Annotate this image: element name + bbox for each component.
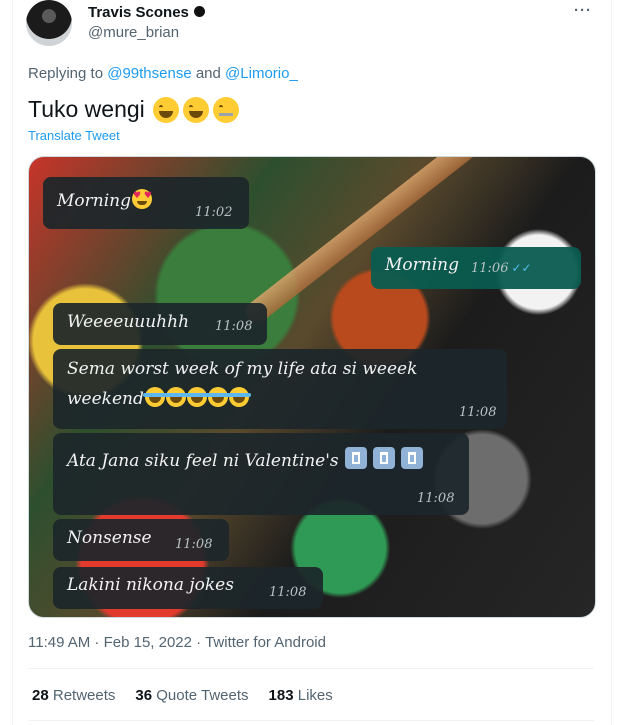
crying-emoji-icon xyxy=(205,387,230,407)
chat-bubble-outgoing: Morning 11:06 ✓✓ xyxy=(371,247,581,289)
chat-bubble: Lakini nikona jokes 11:08 xyxy=(53,567,323,609)
quotes-count: 36 xyxy=(135,687,153,704)
chat-message-time: 11:08 xyxy=(269,585,307,600)
chat-message-text: Morning xyxy=(57,191,131,211)
wastebasket-emoji-icon xyxy=(372,447,395,469)
tweet-metadata: 11:49 AM · Feb 15, 2022 · Twitter for An… xyxy=(28,634,326,651)
mention-link-1[interactable]: @99thsense xyxy=(107,65,191,82)
chat-message-time: 11:06 xyxy=(471,261,509,276)
wastebasket-emoji-icon xyxy=(400,447,423,469)
chat-message-time: 11:08 xyxy=(175,537,213,552)
author-display-name[interactable]: Travis Scones xyxy=(88,4,189,21)
likes-stat[interactable]: 183 Likes xyxy=(269,687,333,704)
divider xyxy=(28,668,594,669)
meta-separator: · xyxy=(196,634,202,651)
replying-to: Replying to @99thsense and @Limorio_ xyxy=(28,65,298,82)
wastebasket-emoji-icon xyxy=(344,447,367,469)
quotes-label: Quote Tweets xyxy=(156,687,249,704)
replying-to-connector: and xyxy=(195,65,221,82)
author-name[interactable]: Travis Scones xyxy=(88,4,205,21)
chat-message-text: Weeeeuuuhhh xyxy=(67,312,190,332)
tweet-body: Tuko wengi xyxy=(28,96,145,122)
translate-tweet-link[interactable]: Translate Tweet xyxy=(28,128,120,143)
tweet-media-image[interactable]: Morning 11:02 Morning 11:06✓✓ Weeeeuuuhh… xyxy=(28,156,596,618)
retweets-label: Retweets xyxy=(52,687,116,704)
tears-of-joy-emoji-icon xyxy=(152,96,179,123)
tweet-timestamp[interactable]: 11:49 AM · Feb 15, 2022 xyxy=(28,634,192,651)
background-decoration xyxy=(242,157,540,327)
chat-message-text: Morning xyxy=(385,255,459,275)
chat-bubble: Ata Jana siku feel ni Valentine's 11:08 xyxy=(53,433,469,515)
mention-link-2[interactable]: @Limorio_ xyxy=(225,65,298,82)
crying-emoji-icon xyxy=(142,387,167,407)
tweet-text: Tuko wengi xyxy=(28,96,239,123)
crying-emoji-icon xyxy=(163,387,188,407)
tweet-client[interactable]: Twitter for Android xyxy=(205,634,326,651)
chat-bubble: Morning 11:02 xyxy=(43,177,249,229)
more-options-icon[interactable]: ··· xyxy=(574,2,592,19)
chat-message-text: Nonsense xyxy=(67,528,152,548)
retweets-count: 28 xyxy=(32,687,49,704)
chat-message-text: Ata Jana siku feel ni Valentine's xyxy=(67,451,339,471)
chat-bubble: Weeeeuuuhhh 11:08 xyxy=(53,303,267,345)
chat-message-time: 11:08 xyxy=(459,405,497,420)
likes-label: Likes xyxy=(297,687,333,704)
read-receipt-icon: ✓✓ xyxy=(511,261,532,275)
crying-emoji-icon xyxy=(226,387,251,407)
chat-message-time: 11:08 xyxy=(215,319,253,334)
chat-message-time: 11:08 xyxy=(417,491,455,506)
divider xyxy=(28,720,594,721)
status-dot-icon xyxy=(193,6,205,17)
chat-bubble: Nonsense 11:08 xyxy=(53,519,229,561)
replying-to-prefix: Replying to xyxy=(28,65,104,82)
author-handle[interactable]: @mure_brian xyxy=(88,24,179,41)
chat-message-line-2: weekend xyxy=(67,389,144,409)
likes-count: 183 xyxy=(268,687,294,704)
tweet-stats: 28 Retweets 36 Quote Tweets 183 Likes xyxy=(32,687,333,704)
tears-of-joy-emoji-icon xyxy=(182,96,209,123)
chat-message-text: Lakini nikona jokes xyxy=(67,575,234,595)
chat-message-time: 11:02 xyxy=(195,205,233,220)
crying-emoji-icon xyxy=(184,387,209,407)
heart-eyes-emoji-icon xyxy=(132,189,152,209)
quote-tweets-stat[interactable]: 36 Quote Tweets xyxy=(135,687,248,704)
chat-bubble: Sema worst week of my life ata si weeek … xyxy=(53,349,507,429)
zipper-mouth-emoji-icon xyxy=(212,96,239,123)
retweets-stat[interactable]: 28 Retweets xyxy=(32,687,115,704)
author-avatar[interactable] xyxy=(26,0,72,46)
chat-message-line-1: Sema worst week of my life ata si weeek xyxy=(67,359,418,379)
